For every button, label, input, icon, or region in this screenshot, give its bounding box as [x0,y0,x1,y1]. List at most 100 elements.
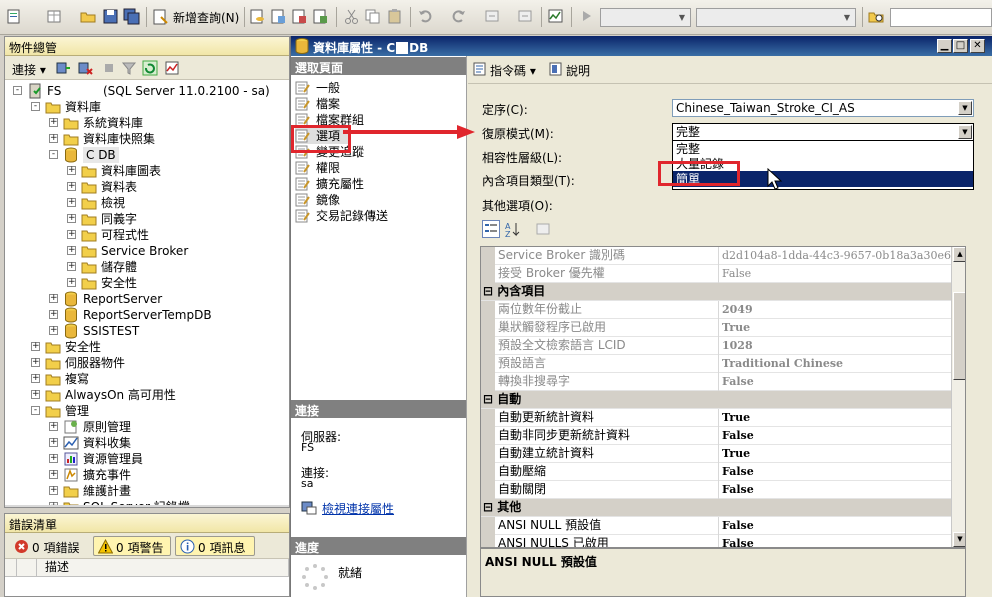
database-selector[interactable]: ▼ [600,8,691,27]
expand-icon[interactable]: + [49,294,58,303]
expand-icon[interactable]: + [49,118,58,127]
description-column-header[interactable]: 描述 [37,559,289,577]
grid-property-value[interactable]: 1028 [719,337,951,354]
expand-icon[interactable]: + [67,214,76,223]
disconnect-icon[interactable] [77,60,93,76]
grid-property-value[interactable]: False [719,373,951,390]
expand-icon[interactable]: + [31,342,40,351]
execute-icon[interactable] [578,8,595,25]
expand-icon[interactable]: + [67,230,76,239]
navigate-back-icon[interactable] [484,8,501,25]
expand-icon[interactable]: + [49,326,58,335]
grid-category[interactable]: ⊟ 其他 [481,499,951,517]
grid-row[interactable]: 轉換非搜尋字 False [481,373,951,391]
grid-row[interactable]: 巢狀觸發程序已啟用 True [481,319,951,337]
grid-property-value[interactable]: False [719,427,951,444]
grid-row[interactable]: 預設全文檢索語言 LCID 1028 [481,337,951,355]
grid-property-value[interactable]: 2049 [719,301,951,318]
grid-row[interactable]: 自動非同步更新統計資料 False [481,427,951,445]
connect-object-explorer-icon[interactable] [55,60,71,76]
page-item[interactable]: 一般 [295,80,455,96]
grid-category[interactable]: ⊟ 自動 [481,391,951,409]
grid-row[interactable]: Service Broker 識別碼 d2d104a8-1dda-44c3-965… [481,247,958,265]
connect-button[interactable]: 連接 ▾ [12,61,46,78]
scroll-thumb[interactable] [953,292,965,380]
grid-row[interactable]: ANSI NULL 預設值 False [481,517,951,535]
undo-icon[interactable] [417,8,434,25]
expand-icon[interactable]: + [49,422,58,431]
stop-icon[interactable] [101,60,117,76]
alphabetical-icon[interactable]: AZ [504,220,522,238]
warnings-filter-button[interactable]: 0 項警告 [93,536,171,556]
grid-row[interactable]: 自動更新統計資料 True [481,409,951,427]
filter-icon[interactable] [121,60,137,76]
errors-filter-button[interactable]: 0 項錯誤 [9,536,87,556]
grid-icon[interactable] [46,8,63,25]
page-item[interactable]: 權限 [295,160,455,176]
grid-property-value[interactable]: False [719,535,951,547]
grid-property-value[interactable]: d2d104a8-1dda-44c3-9657-0b18a3a30e6b [719,247,958,264]
scroll-down-icon[interactable]: ▼ [953,532,965,547]
collapse-icon[interactable]: - [13,86,22,95]
categorized-icon[interactable] [482,220,500,238]
collapse-icon[interactable]: - [31,406,40,415]
expand-icon[interactable]: + [67,246,76,255]
property-pages-icon[interactable] [534,220,552,238]
recovery-option-full[interactable]: 完整 [673,141,973,157]
grid-row[interactable]: 預設語言 Traditional Chinese [481,355,951,373]
open-folder-icon[interactable] [80,8,97,25]
collapse-icon[interactable]: - [31,102,40,111]
help-button[interactable]: 說明 [566,62,590,79]
new-query-button[interactable]: 新增查詢(N) [173,9,239,26]
find-input[interactable] [890,8,992,27]
grid-property-value[interactable]: True [719,409,951,426]
find-in-files-icon[interactable] [868,8,885,25]
grid-row[interactable]: 接受 Broker 優先權 False [481,265,951,283]
expand-icon[interactable]: + [49,310,58,319]
activity-monitor-icon[interactable] [164,60,180,76]
grid-property-value[interactable]: True [719,319,951,336]
expand-icon[interactable]: + [31,390,40,399]
expand-icon[interactable]: + [67,166,76,175]
grid-row[interactable]: 自動關閉 False [481,481,951,499]
redo-icon[interactable] [450,8,467,25]
grid-property-value[interactable]: True [719,445,951,462]
database-engine-query-icon[interactable] [249,8,266,25]
recovery-model-select[interactable]: 完整 ▼ [672,123,974,141]
grid-row[interactable]: 自動壓縮 False [481,463,951,481]
close-button[interactable]: ✕ [970,39,985,53]
refresh-icon[interactable] [142,60,158,76]
expand-icon[interactable]: + [31,374,40,383]
expand-icon[interactable]: + [49,438,58,447]
grid-property-value[interactable]: False [719,463,951,480]
grid-row[interactable]: ANSI NULLS 已啟用 False [481,535,951,547]
analysis-query-icon[interactable] [270,8,287,25]
view-connection-properties-link[interactable]: 檢視連接屬性 [322,500,394,517]
messages-filter-button[interactable]: 0 項訊息 [175,536,255,556]
activity-monitor-icon[interactable] [547,8,564,25]
page-item[interactable]: 鏡像 [295,192,455,208]
expand-icon[interactable]: + [49,486,58,495]
minimize-button[interactable]: ▁ [937,39,952,53]
cut-icon[interactable] [343,8,360,25]
maximize-button[interactable]: □ [953,39,968,53]
save-icon[interactable] [102,8,119,25]
grid-scrollbar[interactable]: ▲ ▼ [951,247,965,547]
expand-icon[interactable]: + [67,182,76,191]
expand-icon[interactable]: + [49,134,58,143]
page-item[interactable]: 檔案 [295,96,455,112]
copy-icon[interactable] [364,8,381,25]
page-item[interactable]: 擴充屬性 [295,176,455,192]
script-button[interactable]: 指令碼 ▾ [490,62,536,79]
expand-icon[interactable]: + [49,470,58,479]
page-item[interactable]: 交易記錄傳送 [295,208,455,224]
new-query-icon[interactable] [152,9,169,26]
grid-category[interactable]: ⊟ 內含項目 [481,283,951,301]
expand-icon[interactable]: + [67,278,76,287]
grid-property-value[interactable]: False [719,481,951,498]
expand-icon[interactable]: + [49,454,58,463]
new-project-icon[interactable] [6,8,23,25]
xmla-query-icon[interactable] [312,8,329,25]
paste-icon[interactable] [386,8,403,25]
grid-row[interactable]: 兩位數年份截止 2049 [481,301,951,319]
